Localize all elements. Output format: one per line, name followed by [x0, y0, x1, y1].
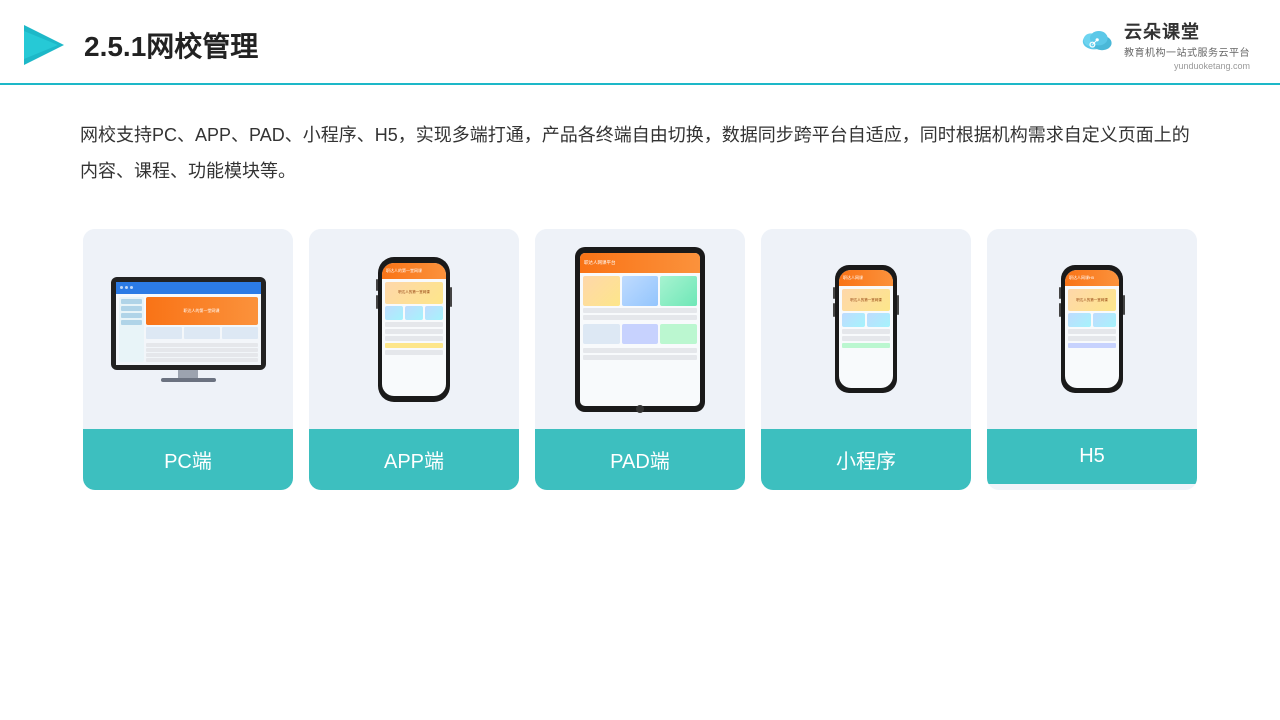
h5-btn-left1: [1059, 287, 1061, 299]
h5-screen-body: 职达人的第一堂网课: [1065, 286, 1119, 388]
app-screen-title: 职达人的第一堂网课: [386, 268, 422, 274]
brand-url: yunduoketang.com: [1174, 61, 1250, 71]
pc-sidebar: [119, 297, 144, 362]
app-btn-left2: [376, 295, 378, 309]
pad-cards-row: [583, 276, 697, 306]
mini-phone-card: 职达人的第一堂网课: [842, 289, 890, 311]
pc-card-image: 职达人的第一堂网课: [83, 229, 293, 429]
pc-screen-outer: 职达人的第一堂网课: [111, 277, 266, 370]
h5-phone-card: 职达人的第一堂网课: [1068, 289, 1116, 311]
app-card-image: 职达人的第一堂网课 职达人的第一堂网课: [309, 229, 519, 429]
header-right: 云朵课堂 教育机构一站式服务云平台 yunduoketang.com: [1078, 18, 1250, 71]
description-content: 网校支持PC、APP、PAD、小程序、H5，实现多端打通，产品各终端自由切换，数…: [80, 125, 1190, 181]
pad-screen: 职达人网课平台: [580, 253, 700, 406]
pc-cards-row: [146, 327, 258, 339]
h5-btn-right: [1123, 295, 1125, 315]
mini-btn-right: [897, 295, 899, 315]
app-label: APP端: [309, 429, 519, 490]
mini-screen-body: 职达人的第一堂网课: [839, 286, 893, 388]
pc-card: 职达人的第一堂网课: [83, 229, 293, 490]
app-screen-top: 职达人的第一堂网课: [382, 263, 446, 279]
mini-phone-card-text: 职达人的第一堂网课: [850, 298, 882, 303]
pad-tablet-mockup: 职达人网课平台: [575, 247, 705, 412]
pc-body: 职达人的第一堂网课: [116, 294, 261, 365]
pad-screen-body: [580, 273, 700, 406]
h5-label: H5: [987, 429, 1197, 484]
brand-name: 云朵课堂: [1124, 18, 1250, 44]
mini-screen-title: 职达人网课: [843, 275, 863, 281]
h5-phone-outer: 职达人网课H5 职达人的第一堂网课: [1061, 265, 1123, 393]
pc-stand: [178, 370, 198, 378]
mini-btn-left1: [833, 287, 835, 299]
pad-label: PAD端: [535, 429, 745, 490]
h5-screen-title: 职达人网课H5: [1069, 275, 1094, 281]
app-card: 职达人的第一堂网课 职达人的第一堂网课: [309, 229, 519, 490]
h5-card: 职达人网课H5 职达人的第一堂网课: [987, 229, 1197, 490]
mini-mini-cards: [842, 313, 890, 327]
app-phone-card: 职达人的第一堂网课: [385, 282, 443, 304]
pc-rows: [146, 343, 258, 362]
app-btn-right: [450, 287, 452, 307]
pc-dot-3: [130, 286, 133, 289]
h5-screen-top: 职达人网课H5: [1065, 270, 1119, 286]
mini-btn-left2: [833, 303, 835, 317]
pad-card-image: 职达人网课平台: [535, 229, 745, 429]
pc-screen-content: 职达人的第一堂网课: [116, 282, 261, 365]
app-mini-cards: [385, 306, 443, 320]
brand-name-group: 云朵课堂 教育机构一站式服务云平台: [1124, 18, 1250, 59]
brand-logo: 云朵课堂 教育机构一站式服务云平台 yunduoketang.com: [1078, 18, 1250, 71]
pad-screen-title: 职达人网课平台: [584, 260, 616, 266]
mini-screen-top: 职达人网课: [839, 270, 893, 286]
description-text: 网校支持PC、APP、PAD、小程序、H5，实现多端打通，产品各终端自由切换，数…: [0, 85, 1280, 209]
h5-card-image: 职达人网课H5 职达人的第一堂网课: [987, 229, 1197, 429]
logo-arrow-icon: [20, 21, 68, 69]
h5-btn-left2: [1059, 303, 1061, 317]
app-screen-body: 职达人的第一堂网课: [382, 279, 446, 396]
pc-topbar: [116, 282, 261, 294]
app-phone-card-text: 职达人的第一堂网课: [398, 290, 430, 295]
mini-program-card-image: 职达人网课 职达人的第一堂网课: [761, 229, 971, 429]
pc-label: PC端: [83, 429, 293, 490]
app-phone-screen: 职达人的第一堂网课 职达人的第一堂网课: [382, 263, 446, 396]
brand-tagline: 教育机构一站式服务云平台: [1124, 44, 1250, 59]
pad-home-btn: [636, 405, 644, 413]
platform-cards-section: 职达人的第一堂网课: [0, 209, 1280, 490]
mini-phone-mockup: 职达人网课 职达人的第一堂网课: [835, 265, 897, 393]
app-btn-left1: [376, 279, 378, 291]
pc-main: 职达人的第一堂网课: [146, 297, 258, 362]
pad-bottom-cards: [583, 324, 697, 344]
pad-screen-top: 职达人网课平台: [580, 253, 700, 273]
brand-logo-icon: 云朵课堂 教育机构一站式服务云平台: [1078, 18, 1250, 59]
mini-program-card: 职达人网课 职达人的第一堂网课: [761, 229, 971, 490]
pc-dot-1: [120, 286, 123, 289]
mini-program-label: 小程序: [761, 429, 971, 490]
h5-screen: 职达人网课H5 职达人的第一堂网课: [1065, 270, 1119, 388]
app-phone-notch: [404, 257, 424, 263]
pc-dot-2: [125, 286, 128, 289]
pad-tablet-outer: 职达人网课平台: [575, 247, 705, 412]
h5-phone-notch: [1084, 265, 1100, 270]
h5-phone-card-text: 职达人的第一堂网课: [1076, 298, 1108, 303]
page-title: 2.5.1网校管理: [84, 25, 258, 65]
mini-screen: 职达人网课 职达人的第一堂网课: [839, 270, 893, 388]
pc-banner-text: 职达人的第一堂网课: [184, 308, 220, 314]
h5-phone-mockup: 职达人网课H5 职达人的第一堂网课: [1061, 265, 1123, 393]
page-header: 2.5.1网校管理 云朵课堂 教育机构一站式服务云平台: [0, 0, 1280, 85]
pc-banner: 职达人的第一堂网课: [146, 297, 258, 325]
mini-phone-outer: 职达人网课 职达人的第一堂网课: [835, 265, 897, 393]
app-phone-outer: 职达人的第一堂网课 职达人的第一堂网课: [378, 257, 450, 402]
pad-card: 职达人网课平台: [535, 229, 745, 490]
pc-mockup: 职达人的第一堂网课: [111, 277, 266, 382]
mini-phone-notch: [858, 265, 874, 270]
header-left: 2.5.1网校管理: [20, 21, 258, 69]
cloud-logo-icon: [1078, 25, 1118, 53]
pc-base: [161, 378, 216, 382]
h5-mini-cards: [1068, 313, 1116, 327]
app-phone-mockup: 职达人的第一堂网课 职达人的第一堂网课: [378, 257, 450, 402]
